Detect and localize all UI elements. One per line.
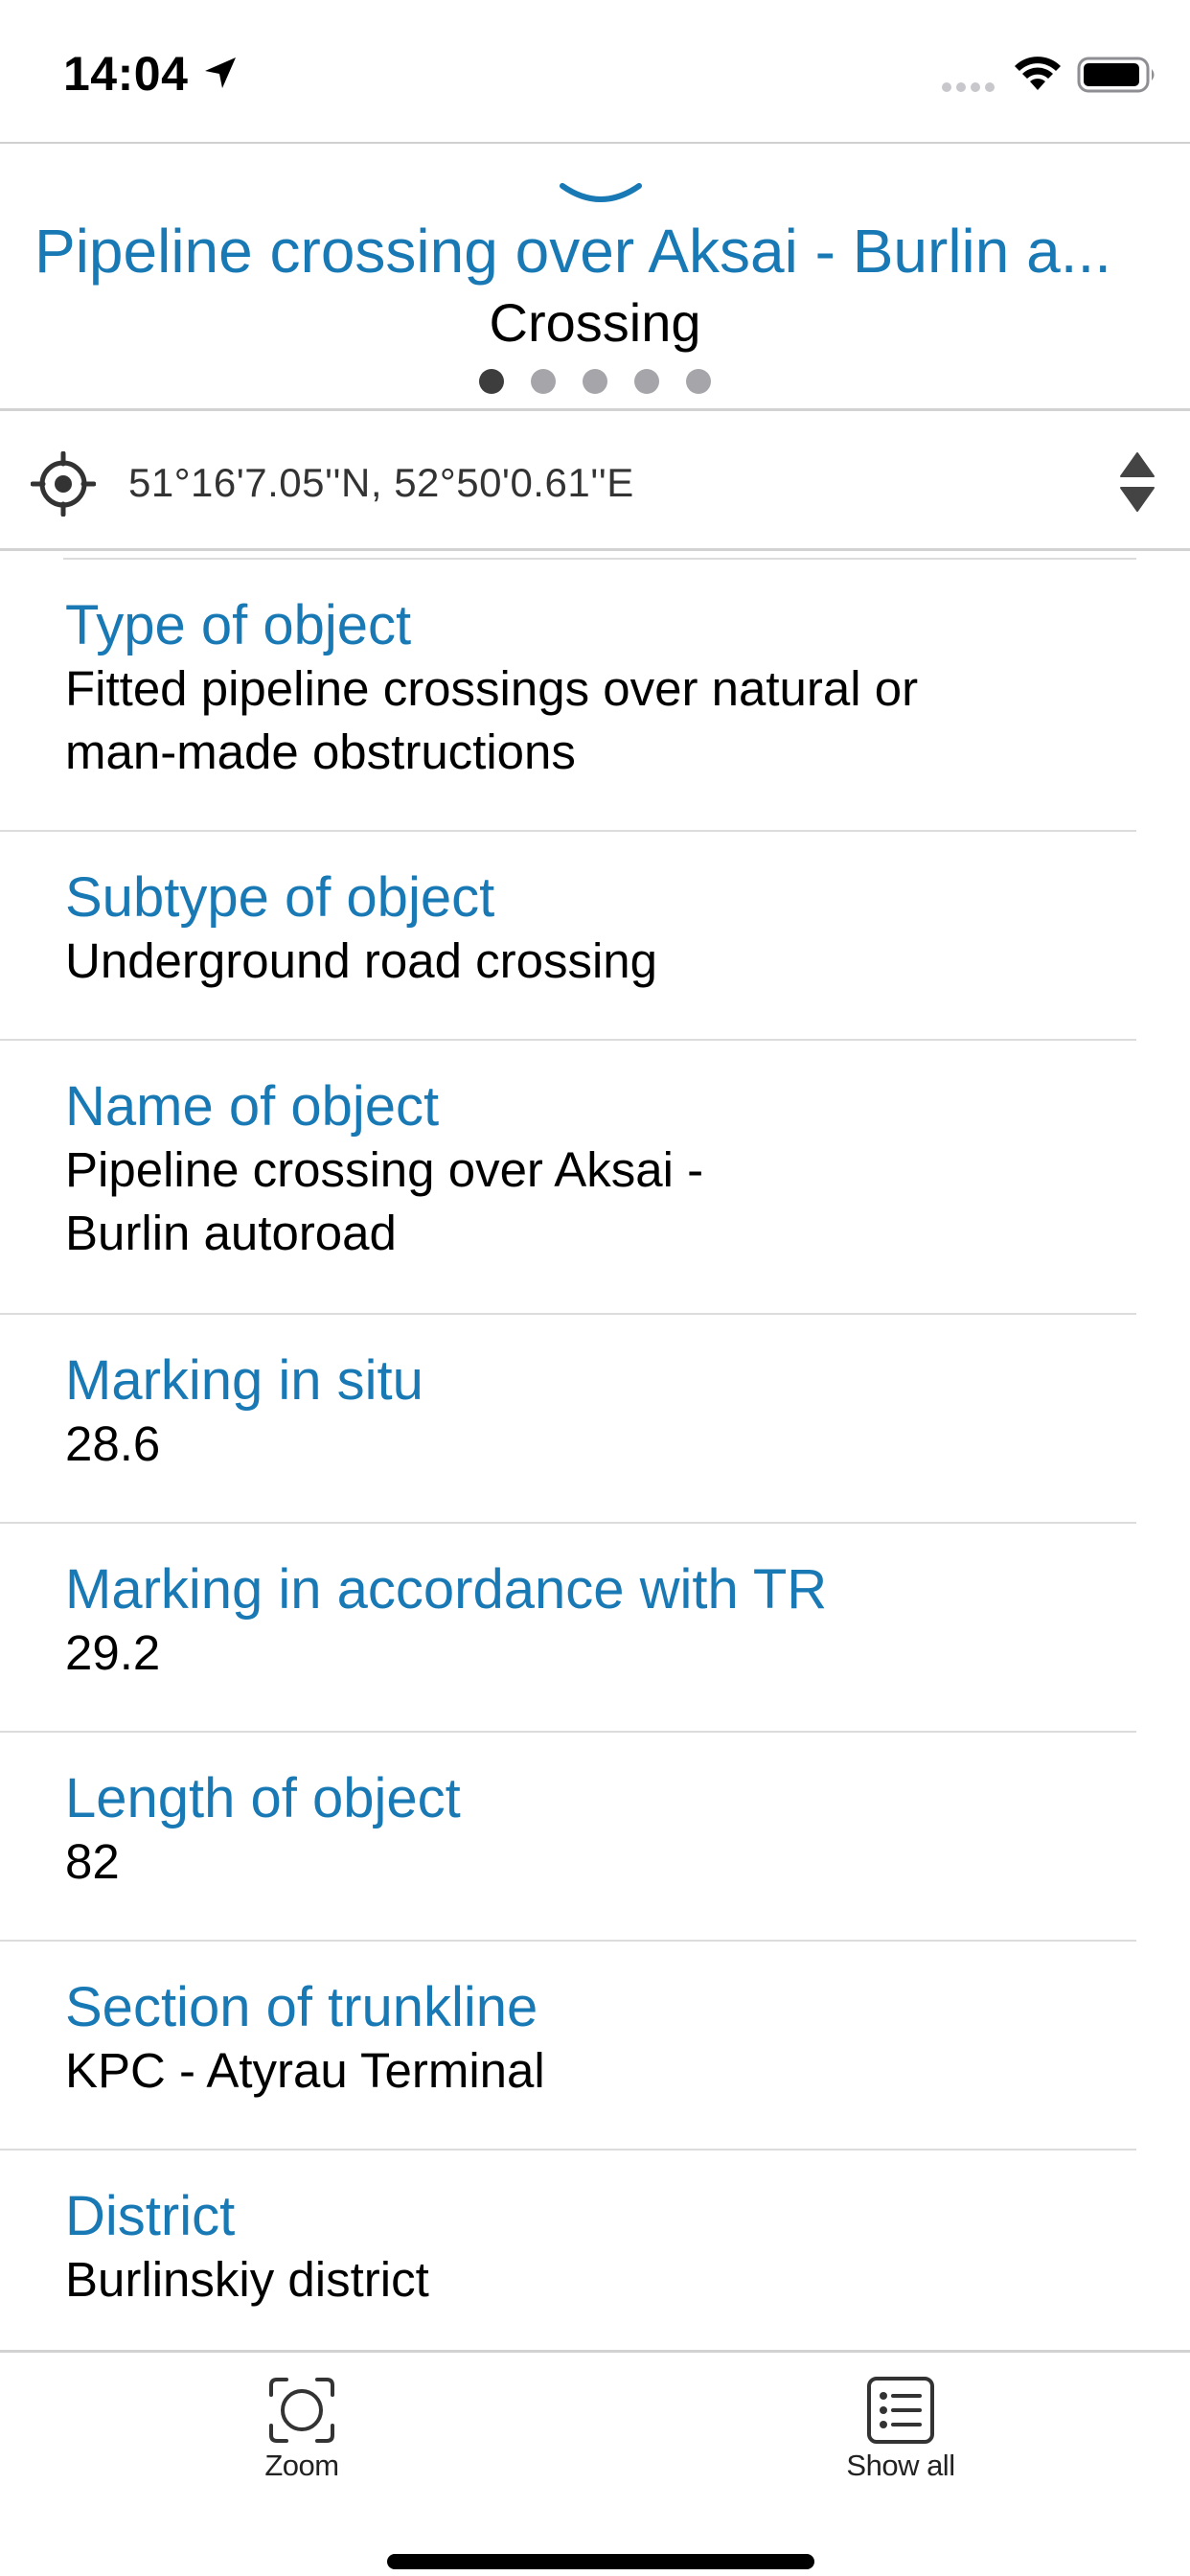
attribute-value-line2: man-made obstructions — [65, 724, 576, 779]
page-title: Pipeline crossing over Aksai - Burlin a.… — [34, 217, 1112, 286]
attribute-value-line2: Burlin autoroad — [65, 1206, 397, 1260]
zoom-button[interactable]: Zoom — [187, 2366, 417, 2510]
attribute-row-type[interactable]: Type of object Fitted pipeline crossings… — [0, 560, 1136, 832]
show-all-label: Show all — [846, 2449, 955, 2482]
attribute-value: KPC - Atyrau Terminal — [65, 2043, 545, 2098]
attribute-value: 29.2 — [65, 1625, 161, 1680]
header-divider — [0, 142, 1190, 144]
attribute-row-marking-tr[interactable]: Marking in accordance with TR 29.2 — [0, 1524, 1136, 1733]
chevron-down-icon[interactable] — [559, 180, 643, 207]
attribute-row-marking-in-situ[interactable]: Marking in situ 28.6 — [0, 1315, 1136, 1524]
coord-divider-bottom — [0, 548, 1190, 551]
home-indicator[interactable] — [387, 2554, 814, 2569]
page-dot-4[interactable] — [634, 369, 659, 394]
page-dot-3[interactable] — [583, 369, 607, 394]
list-icon — [867, 2377, 934, 2444]
page-dot-5[interactable] — [686, 369, 711, 394]
attribute-row-subtype[interactable]: Subtype of object Underground road cross… — [0, 832, 1136, 1041]
coordinates-row[interactable]: 51°16'7.05''N, 52°50'0.61''E — [0, 411, 1190, 550]
attribute-row-length[interactable]: Length of object 82 — [0, 1733, 1136, 1942]
attribute-label: Marking in situ — [65, 1349, 423, 1412]
attribute-row-district[interactable]: District Burlinskiy district — [0, 2150, 1136, 2352]
location-arrow-icon — [205, 58, 236, 88]
attribute-list[interactable]: Type of object Fitted pipeline crossings… — [0, 560, 1190, 2352]
attribute-value: Fitted pipeline crossings over natural o… — [65, 661, 919, 716]
attribute-row-name[interactable]: Name of object Pipeline crossing over Ak… — [0, 1041, 1136, 1315]
page-indicator[interactable] — [0, 369, 1190, 394]
status-bar: 14:04 — [0, 0, 1190, 142]
attribute-value: Burlinskiy district — [65, 2252, 429, 2307]
page-dot-1[interactable] — [479, 369, 504, 394]
attribute-label: Marking in accordance with TR — [65, 1558, 828, 1621]
coordinates-text: 51°16'7.05''N, 52°50'0.61''E — [128, 460, 634, 505]
bottom-toolbar: Zoom Show all — [0, 2353, 1190, 2576]
target-location-icon[interactable] — [31, 451, 96, 517]
sort-icon[interactable] — [1119, 451, 1156, 513]
page-subtitle: Crossing — [489, 292, 701, 353]
zoom-label: Zoom — [264, 2449, 339, 2482]
attribute-label: Length of object — [65, 1767, 461, 1829]
battery-icon — [1077, 57, 1155, 93]
show-all-button[interactable]: Show all — [786, 2366, 1016, 2510]
wifi-icon — [1015, 57, 1061, 90]
cellular-signal-icon — [942, 82, 995, 92]
attribute-label: District — [65, 2185, 236, 2247]
status-time: 14:04 — [63, 47, 189, 101]
attribute-label: Name of object — [65, 1075, 440, 1138]
page-dot-2[interactable] — [531, 369, 556, 394]
attribute-label: Section of trunkline — [65, 1976, 538, 2038]
attribute-value: Pipeline crossing over Aksai - — [65, 1142, 704, 1197]
attribute-value: Underground road crossing — [65, 933, 658, 988]
attribute-label: Type of object — [65, 594, 412, 656]
attribute-label: Subtype of object — [65, 866, 495, 929]
attribute-row-section[interactable]: Section of trunkline KPC - Atyrau Termin… — [0, 1942, 1136, 2150]
zoom-icon — [269, 2378, 334, 2443]
screen: 14:04 Pipeline crossing over Aksai - Bur… — [0, 0, 1190, 2576]
attribute-value: 82 — [65, 1834, 120, 1889]
attribute-value: 28.6 — [65, 1416, 161, 1471]
